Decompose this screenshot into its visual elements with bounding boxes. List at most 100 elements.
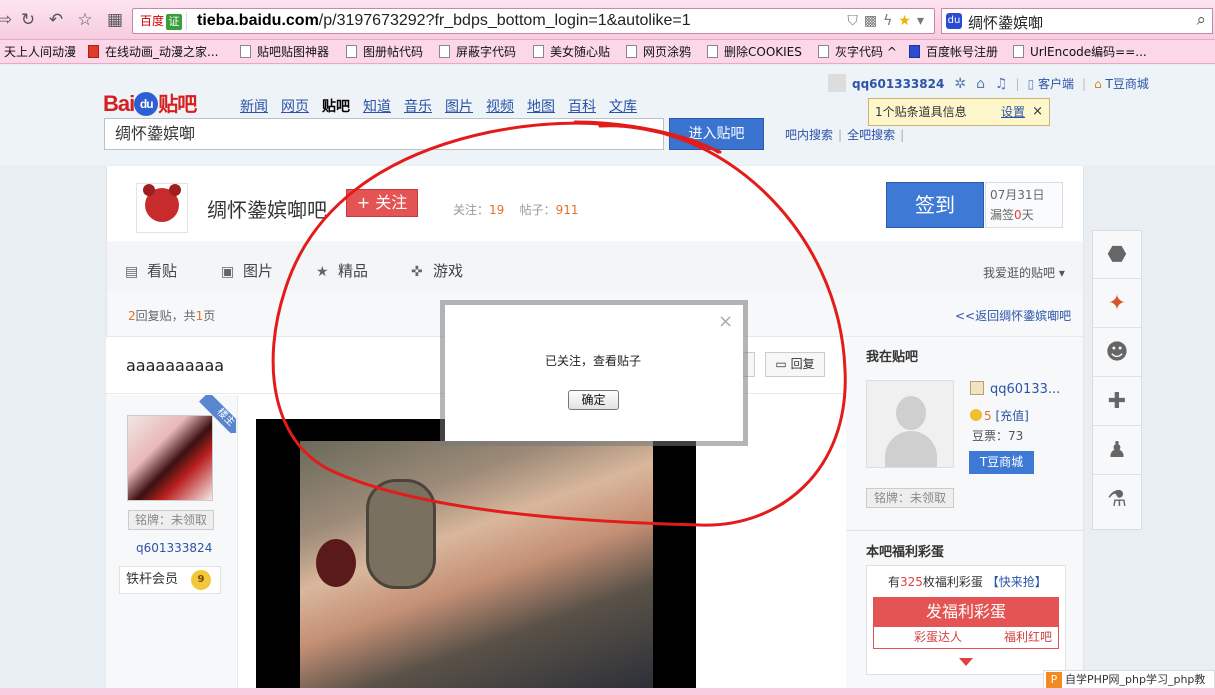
star-icon: ★ [316, 264, 329, 280]
author-name[interactable]: q601333824 [136, 541, 212, 555]
bookmark-item[interactable]: UrlEncode编码==... [1013, 41, 1147, 63]
lottery-count: 有325枚福利彩蛋 【快来抢】 [888, 575, 1047, 589]
bear-face-icon[interactable]: ☻ [1093, 329, 1141, 377]
lottery-title: 本吧福利彩蛋 [866, 545, 945, 560]
baidu-tieba-logo[interactable]: Bai du 贴吧 [103, 88, 197, 117]
client-link[interactable]: 客户端 [1038, 77, 1074, 91]
post-photo-detail [316, 539, 356, 587]
nav-baike[interactable]: 百科 [568, 99, 596, 115]
plus-icon[interactable]: ✚ [1093, 378, 1141, 426]
search-icon[interactable]: ⌕ [1196, 10, 1206, 30]
bookmark-item[interactable]: 天上人间动漫 [4, 41, 76, 63]
forum-name[interactable]: 绸怀鍌嫔啣吧 [207, 194, 327, 223]
lottery-links: 彩蛋达人 福利红吧 [873, 627, 1059, 649]
post-photo-detail [366, 479, 436, 589]
nav-video[interactable]: 视频 [486, 99, 514, 115]
enter-forum-button[interactable]: 进入贴吧 [669, 118, 764, 150]
search-in-forum-link[interactable]: 吧内搜索 [785, 128, 833, 142]
my-username[interactable]: qq60133... [970, 381, 1060, 397]
refresh-icon[interactable]: ↻ [17, 9, 39, 31]
close-icon[interactable]: × [1032, 99, 1043, 125]
bookmark-item[interactable]: 贴吧贴图神器 [240, 41, 329, 63]
author-nameplate[interactable]: 铭牌：未领取 [128, 510, 214, 530]
undo-icon[interactable]: ↶ [45, 9, 67, 31]
forward-arrow-icon[interactable]: ⇨ [0, 9, 16, 31]
search-all-link[interactable]: 全吧搜索 [847, 128, 895, 142]
bookmark-item[interactable]: 美女随心贴 [533, 41, 610, 63]
my-avatar[interactable] [866, 380, 954, 468]
tab-featured[interactable]: ★ 精品 [316, 260, 368, 281]
user-follow-icon[interactable]: ♟ [1093, 427, 1141, 475]
tip-settings-link[interactable]: 设置 [1001, 99, 1025, 125]
tab-games[interactable]: ✜ 游戏 [411, 260, 463, 281]
nav-news[interactable]: 新闻 [240, 99, 268, 115]
bag-icon[interactable]: ⌂ [976, 75, 985, 93]
forum-avatar[interactable] [136, 183, 188, 233]
back-to-forum-link[interactable]: <<返回绸怀鍌嫔啣吧 [955, 307, 1071, 324]
php-logo-icon: P [1046, 672, 1062, 688]
welfare-forum-link[interactable]: 福利红吧 [1004, 627, 1052, 647]
sign-in-button[interactable]: 签到 [886, 182, 984, 228]
my-coins: 5 [充值] [970, 407, 1029, 424]
nav-music[interactable]: 音乐 [404, 99, 432, 115]
nav-web[interactable]: 网页 [281, 99, 309, 115]
page-icon [818, 45, 829, 58]
nav-images[interactable]: 图片 [445, 99, 473, 115]
browser-search-box[interactable]: du 绸怀鍌嫔啣 ⌕ [941, 8, 1213, 34]
nav-zhidao[interactable]: 知道 [363, 99, 391, 115]
address-bar[interactable]: 百度证 tieba.baidu.com/p/3197673292?fr_bdps… [132, 8, 935, 34]
user-bar: qq601333824 ✲ ⌂ ♫ | ▯ 客户端 | ⌂ T豆商城 [828, 74, 1149, 93]
bookmark-item[interactable]: 删除COOKIES [707, 41, 802, 63]
page-icon [533, 45, 544, 58]
tieba-search-input[interactable]: 绸怀鍌嫔啣 [104, 118, 664, 150]
grid-icon[interactable]: ▦ [104, 9, 126, 31]
bell-icon[interactable]: ♫ [995, 75, 1008, 93]
reply-button[interactable]: ▭ 回复 [765, 352, 825, 377]
post-image[interactable] [256, 419, 696, 688]
username-link[interactable]: qq601333824 [852, 77, 944, 91]
url-text: tieba.baidu.com/p/3197673292?fr_bdps_bot… [197, 12, 691, 29]
star-icon[interactable]: ☆ [74, 9, 96, 31]
site-watermark: P 自学PHP网_php学习_php教 [1043, 670, 1215, 690]
bookmark-item[interactable]: 屏蔽字代码 [439, 41, 516, 63]
op-ribbon: 楼主 [198, 395, 236, 433]
my-nameplate[interactable]: 铭牌：未领取 [866, 488, 954, 508]
expand-arrow-icon[interactable] [959, 658, 973, 666]
bookmark-item[interactable]: 网页涂鸦 [626, 41, 691, 63]
address-tools[interactable]: ⛉▩ϟ★▾ [847, 12, 930, 30]
my-forums-dropdown[interactable]: 我爱逛的贴吧 ▾ [983, 264, 1065, 281]
thread-title: aaaaaaaaaa [126, 356, 225, 375]
status-strip [0, 688, 1215, 695]
page-icon [626, 45, 637, 58]
gear-icon[interactable]: ✲ [954, 75, 966, 93]
mall-link[interactable]: T豆商城 [1106, 77, 1149, 91]
confirm-button[interactable]: 确定 [568, 390, 619, 410]
bolt-icon: ϟ [883, 13, 899, 29]
location-pin-icon[interactable]: ⬣ [1093, 231, 1141, 279]
bookmark-item[interactable]: 百度帐号注册 [909, 41, 998, 63]
bookmark-item[interactable]: 在线动画_动漫之家... [88, 41, 218, 63]
magic-wand-icon[interactable]: ✦ [1093, 280, 1141, 328]
bookmark-item[interactable]: 图册帖代码 [346, 41, 423, 63]
nav-map[interactable]: 地图 [527, 99, 555, 115]
nav-tieba[interactable]: 贴吧 [322, 99, 350, 115]
bookmark-item[interactable]: 灰字代码 ^ [818, 41, 897, 63]
tab-images[interactable]: ▣ 图片 [221, 260, 273, 281]
shield-icon: ⛉ [847, 13, 864, 29]
baidu-paw-icon: du [946, 13, 962, 29]
author-level[interactable]: 铁杆会员 9 [119, 566, 221, 594]
level-badge-icon: 9 [191, 570, 211, 590]
egg-master-link[interactable]: 彩蛋达人 [914, 627, 962, 647]
recharge-link[interactable]: [充值] [995, 409, 1028, 423]
tab-posts[interactable]: ▤ 看贴 [125, 260, 177, 281]
member-icon [970, 381, 984, 395]
verified-icon: 证 [166, 14, 183, 30]
follow-button[interactable]: + 关注 [346, 189, 418, 217]
tdou-mall-button[interactable]: T豆商城 [969, 451, 1034, 474]
user-avatar-small[interactable] [828, 74, 846, 92]
close-icon[interactable]: × [718, 313, 733, 331]
flask-icon[interactable]: ⚗ [1093, 476, 1141, 524]
send-egg-button[interactable]: 发福利彩蛋 [873, 597, 1059, 627]
nav-wenku[interactable]: 文库 [609, 99, 637, 115]
grab-link[interactable]: 【快来抢】 [987, 575, 1047, 589]
